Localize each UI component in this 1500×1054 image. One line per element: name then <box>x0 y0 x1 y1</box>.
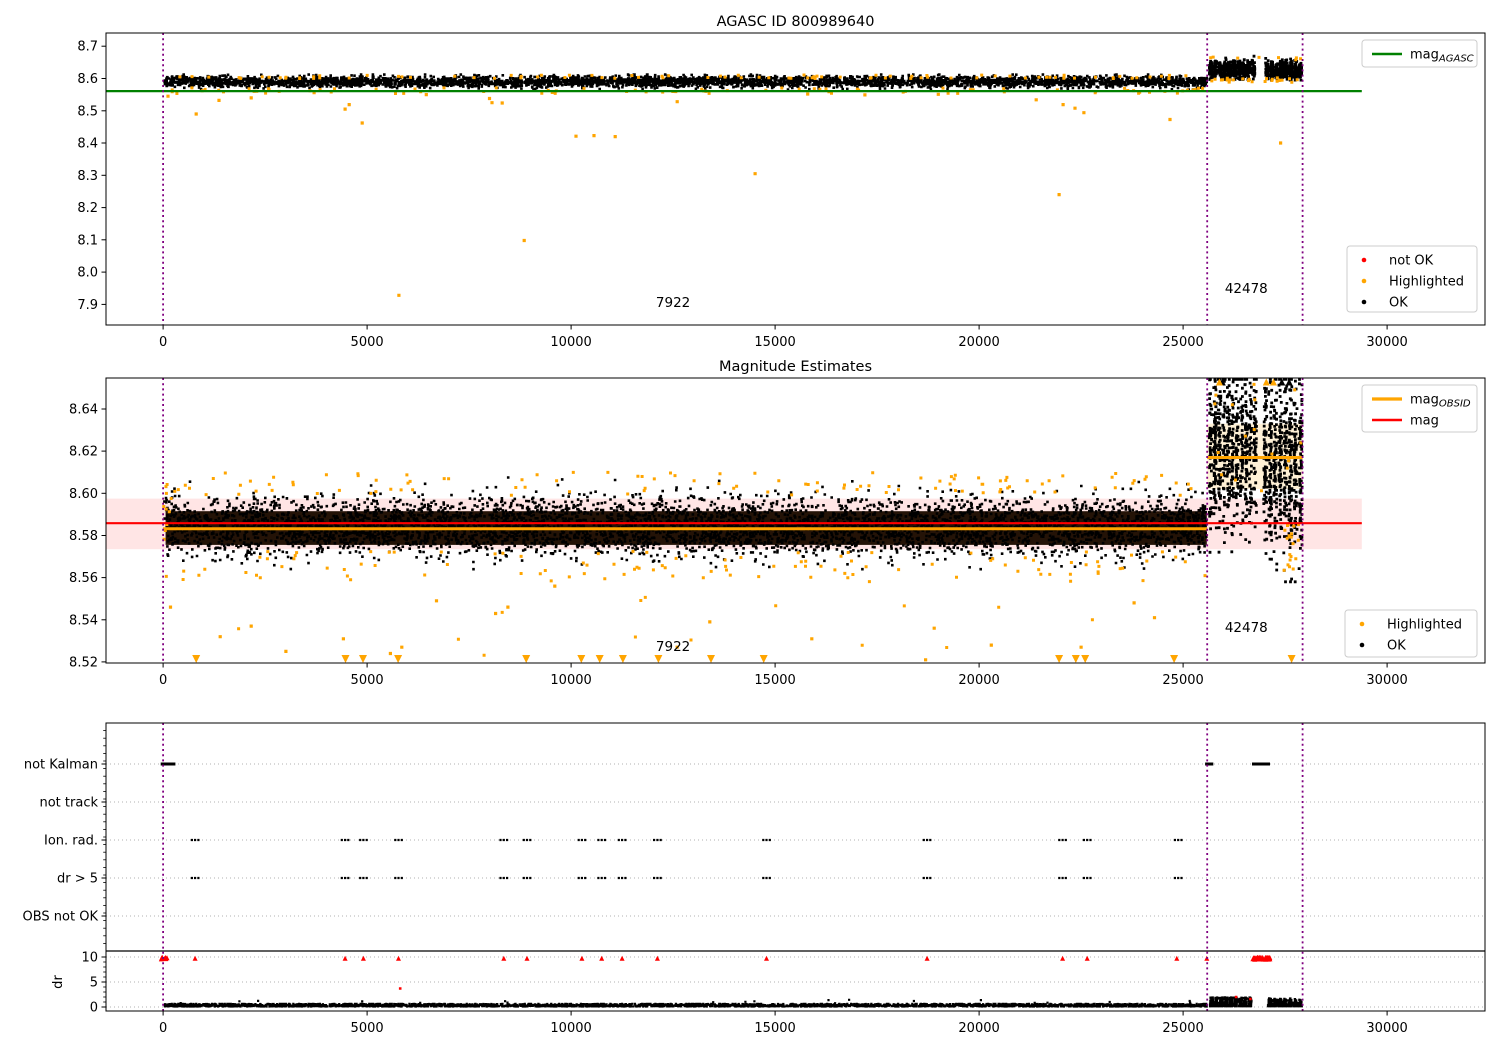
legend-marker <box>1360 622 1365 627</box>
x-tick-label: 10000 <box>550 1021 591 1036</box>
y-category-label: OBS not OK <box>23 910 99 925</box>
dr-main-band <box>164 1003 1208 1008</box>
y-tick-label: 8.62 <box>69 445 98 460</box>
y-tick-label: 8.4 <box>77 137 98 152</box>
y-category-label: not Kalman <box>24 758 98 773</box>
y-tick-label: 8.64 <box>69 403 98 418</box>
y-category-label: 10 <box>81 951 98 966</box>
legend-agasc-mag-1: not OK Highlighted OK <box>1347 246 1477 312</box>
x-tick-label: 20000 <box>958 673 999 688</box>
x-tick-label: 0 <box>159 335 167 350</box>
legend-marker <box>1360 643 1365 648</box>
y-tick-label: 8.60 <box>69 487 98 502</box>
y-category-label: 0 <box>90 1001 98 1016</box>
annotation-7922: 7922 <box>656 639 690 655</box>
highlighted-cluster-top <box>1209 56 1302 62</box>
highlighted-cluster-fringe-a <box>1210 77 1253 84</box>
y-tick-label: 8.5 <box>77 104 98 119</box>
legend-label: OK <box>1387 639 1406 654</box>
flag-marks <box>191 839 1183 879</box>
x-tick-label: 30000 <box>1366 673 1407 688</box>
legend-label: OK <box>1389 296 1408 311</box>
x-tick-label: 5000 <box>351 1021 384 1036</box>
x-tick-label: 25000 <box>1162 1021 1203 1036</box>
panel-flags-dr: 0 5000 10000 15000 20000 25000 30000 not Kalman… <box>23 723 1486 1036</box>
not-ok-clip-dense <box>1250 955 1272 962</box>
y-tick-label: 8.1 <box>77 233 98 248</box>
clipped-low-highlighted <box>192 655 1295 663</box>
legend-mag-estimates-0: magOBSIDmag <box>1362 385 1477 432</box>
y-category-label: 5 <box>90 976 98 991</box>
legend-marker <box>1362 300 1367 305</box>
y-tick-label: 8.58 <box>69 529 98 544</box>
ok-cluster-b <box>1264 57 1303 82</box>
panel-agasc-mag: 7922 42478 0 5000 10000 15000 20000 25000 30000 7… <box>77 14 1485 350</box>
y-tick-label: 8.2 <box>77 201 98 216</box>
x-tick-label: 20000 <box>958 1021 999 1036</box>
legend-agasc-mag-0: magAGASC <box>1362 40 1477 67</box>
not-ok-clip-zero <box>159 955 170 962</box>
dr-cluster-a <box>1209 996 1253 1007</box>
annotation-7922: 7922 <box>656 295 690 311</box>
x-tick-label: 10000 <box>550 673 591 688</box>
annotation-42478: 42478 <box>1225 281 1268 297</box>
y-category-label: dr > 5 <box>57 872 98 887</box>
y-category-label: Ion. rad. <box>44 834 98 849</box>
figure: 7922424780500010000150002000025000300007… <box>0 0 1500 1050</box>
y-tick-label: 8.7 <box>77 40 98 55</box>
legend-marker <box>1362 258 1367 263</box>
x-tick-label: 30000 <box>1366 335 1407 350</box>
x-tick-label: 5000 <box>351 673 384 688</box>
panel-title-mag-estimates: Magnitude Estimates <box>719 359 872 375</box>
legend-label: not OK <box>1389 254 1434 269</box>
legend-mag-estimates-1: Highlighted OK <box>1345 610 1477 657</box>
highlighted-top-edge <box>173 471 1192 497</box>
x-tick-label: 30000 <box>1366 1021 1407 1036</box>
y-tick-label: 7.9 <box>77 298 98 313</box>
panel-title-agasc-mag: AGASC ID 800989640 <box>717 14 875 30</box>
not-ok-dr-singles <box>399 987 1252 1000</box>
x-tick-label: 5000 <box>351 335 384 350</box>
y-tick-label: 8.3 <box>77 169 98 184</box>
x-tick-label: 15000 <box>754 335 795 350</box>
x-tick-label: 0 <box>159 1021 167 1036</box>
not-ok-clip-singles <box>193 956 1210 961</box>
highlighted-outliers <box>166 91 1282 297</box>
x-tick-label: 15000 <box>754 673 795 688</box>
dr-cluster-b <box>1267 997 1303 1007</box>
ok-cluster-b <box>1262 378 1303 583</box>
y-axis-label: dr <box>51 975 66 989</box>
y-tick-label: 8.56 <box>69 571 98 586</box>
y-tick-label: 8.0 <box>77 266 98 281</box>
x-tick-label: 0 <box>159 673 167 688</box>
y-tick-label: 8.54 <box>69 613 98 628</box>
highlighted-bottom-edge <box>165 550 1207 583</box>
y-category-label: not track <box>39 796 98 811</box>
legend-label: Highlighted <box>1389 275 1464 290</box>
y-tick-label: 8.52 <box>69 655 98 670</box>
x-tick-label: 15000 <box>754 1021 795 1036</box>
annotation-42478: 42478 <box>1225 620 1268 636</box>
not-kalman-dash-2 <box>1252 763 1270 766</box>
chart-canvas: 7922424780500010000150002000025000300007… <box>0 0 1500 1050</box>
x-tick-label: 10000 <box>550 335 591 350</box>
panel-mag-estimates: 7922 42478 0 5000 10000 15000 20000 25000 30000 8… <box>69 359 1485 688</box>
x-tick-label: 25000 <box>1162 673 1203 688</box>
y-tick-label: 8.6 <box>77 72 98 87</box>
legend-label: Highlighted <box>1387 618 1462 633</box>
legend-marker <box>1362 279 1367 284</box>
x-tick-label: 25000 <box>1162 335 1203 350</box>
axes-spines <box>106 723 1485 1011</box>
ok-cluster-a <box>1208 55 1256 81</box>
x-tick-label: 20000 <box>958 335 999 350</box>
legend-label: mag <box>1410 414 1439 429</box>
